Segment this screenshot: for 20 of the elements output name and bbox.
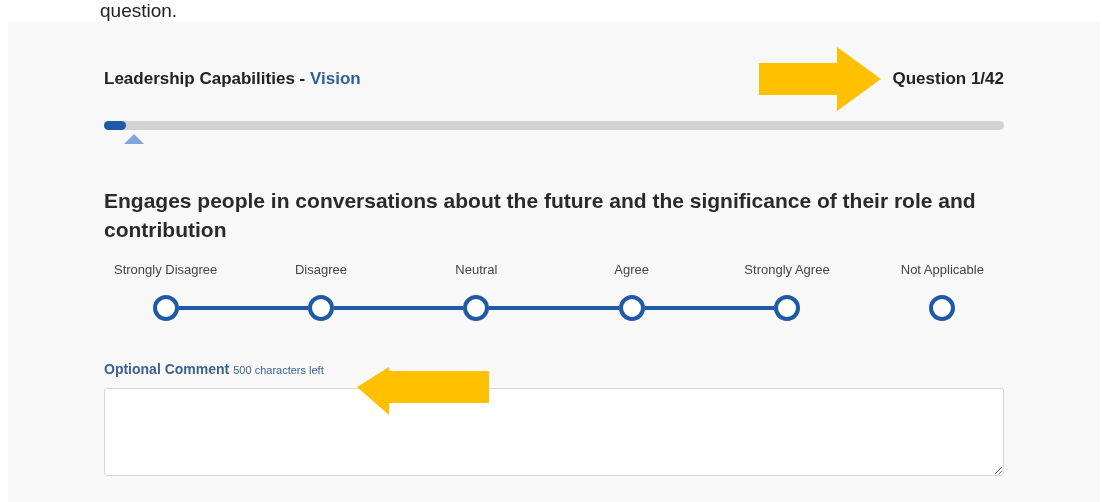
radio-button[interactable]: [308, 295, 334, 321]
question-counter: Question 1/42: [892, 68, 1004, 90]
radio-button[interactable]: [774, 295, 800, 321]
position-marker-icon: [123, 133, 144, 144]
option-label: Not Applicable: [900, 260, 984, 279]
question-text: Engages people in conversations about the future and the significance of their role and contribution: [104, 187, 977, 243]
option-label: Neutral: [455, 260, 498, 279]
characters-left-text: 500 characters left: [233, 363, 324, 378]
radio-button[interactable]: [463, 295, 490, 321]
comment-field[interactable]: [104, 388, 1004, 476]
comment-label: Optional Comment: [104, 360, 230, 379]
radio-button[interactable]: [618, 295, 645, 321]
radio-button[interactable]: [152, 295, 179, 321]
option-label: Agree: [614, 260, 649, 279]
section-title: Leadership Capabilities - Vision: [104, 68, 361, 90]
option-label: Disagree: [294, 260, 347, 279]
intro-text: question.: [100, 0, 178, 22]
option-label: Strongly Agree: [744, 260, 830, 279]
radio-button[interactable]: [929, 295, 956, 321]
option-label: Strongly Disagree: [114, 260, 218, 279]
